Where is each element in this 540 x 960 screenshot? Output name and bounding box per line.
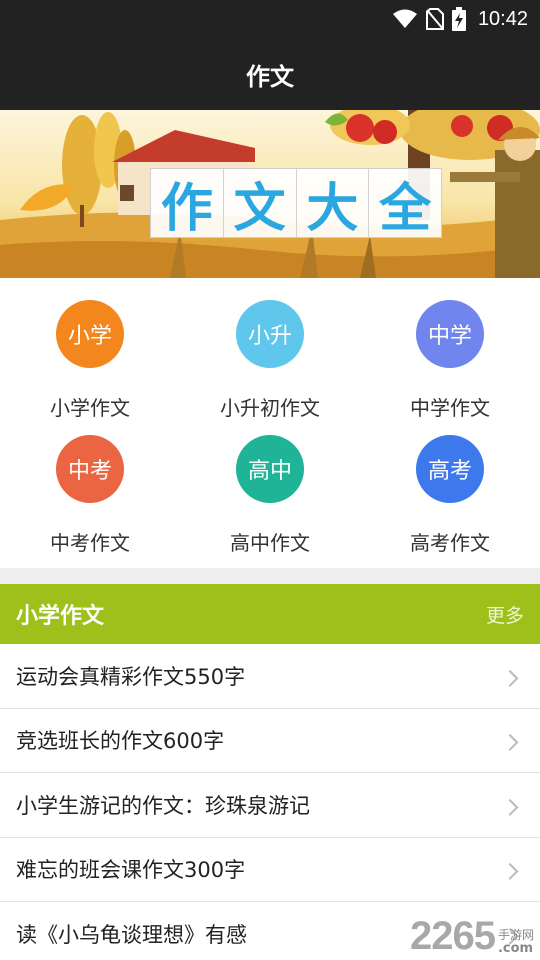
more-link[interactable]: 更多: [486, 601, 524, 628]
chevron-right-icon: [501, 734, 519, 752]
list-item-title: 竞选班长的作文600字: [16, 729, 225, 754]
category-college-entrance[interactable]: 高考 高考作文: [360, 435, 540, 555]
section-divider: [0, 568, 540, 584]
category-grid: 小学 小学作文 小升 小升初作文 中学 中学作文 中考 中考作文 高中 高中作文…: [0, 278, 540, 568]
chevron-right-icon: [501, 863, 519, 881]
banner-title-char: 大: [297, 169, 370, 239]
no-sim-icon: [425, 8, 444, 30]
category-high-school-entrance[interactable]: 中考 中考作文: [0, 435, 180, 555]
battery-charging-icon: [451, 7, 466, 31]
category-label: 高考作文: [410, 531, 490, 555]
category-circle: 高考: [416, 435, 484, 503]
chevron-right-icon: [501, 669, 519, 687]
list-item[interactable]: 难忘的班会课作文300字: [0, 838, 540, 902]
banner-title-char: 文: [224, 169, 297, 239]
category-circle: 小升: [236, 300, 304, 368]
chevron-right-icon: [501, 798, 519, 816]
category-junior-entrance[interactable]: 小升 小升初作文: [180, 300, 360, 420]
category-label: 中学作文: [410, 396, 490, 420]
list-item[interactable]: 小学生游记的作文：珍珠泉游记: [0, 773, 540, 838]
list-item-title: 读《小乌龟谈理想》有感: [16, 922, 247, 947]
banner-title-char: 全: [379, 178, 432, 239]
section-header: 小学作文 更多: [0, 584, 540, 644]
list-item-title: 运动会真精彩作文550字: [16, 664, 246, 689]
category-circle: 中学: [416, 300, 484, 368]
category-circle: 中考: [56, 435, 124, 503]
banner-title-char: 作: [151, 169, 224, 239]
app-bar: 作文: [0, 38, 540, 110]
category-middle-school[interactable]: 中学 中学作文: [360, 300, 540, 420]
category-circle: 小学: [56, 300, 124, 368]
watermark-domain: .com: [497, 941, 534, 956]
category-label: 小学作文: [50, 396, 130, 420]
category-circle: 高中: [236, 435, 304, 503]
status-time: 10:42: [477, 7, 528, 30]
watermark-logo: 2265 手游网 .com: [410, 916, 534, 956]
watermark-cn: 手游网: [497, 928, 534, 942]
banner-title: 作 文 大 全: [150, 168, 442, 239]
category-high-school[interactable]: 高中 高中作文: [180, 435, 360, 555]
watermark-side: 手游网 .com: [498, 928, 534, 956]
status-bar: 10:42: [0, 0, 540, 38]
watermark-number: 2265: [410, 914, 496, 958]
status-icons: 10:42: [392, 0, 528, 38]
list-item[interactable]: 运动会真精彩作文550字: [0, 644, 540, 709]
category-label: 中考作文: [50, 531, 130, 555]
page-title: 作文: [246, 62, 294, 91]
category-label: 高中作文: [230, 531, 310, 555]
category-label: 小升初作文: [220, 396, 320, 420]
article-list: 运动会真精彩作文550字 竞选班长的作文600字 小学生游记的作文：珍珠泉游记 …: [0, 644, 540, 960]
section-title: 小学作文: [16, 604, 105, 629]
list-item-title: 难忘的班会课作文300字: [16, 858, 246, 883]
category-primary[interactable]: 小学 小学作文: [0, 300, 180, 420]
list-item[interactable]: 竞选班长的作文600字: [0, 709, 540, 773]
list-item-title: 小学生游记的作文：珍珠泉游记: [16, 793, 310, 818]
wifi-icon: [392, 9, 417, 28]
